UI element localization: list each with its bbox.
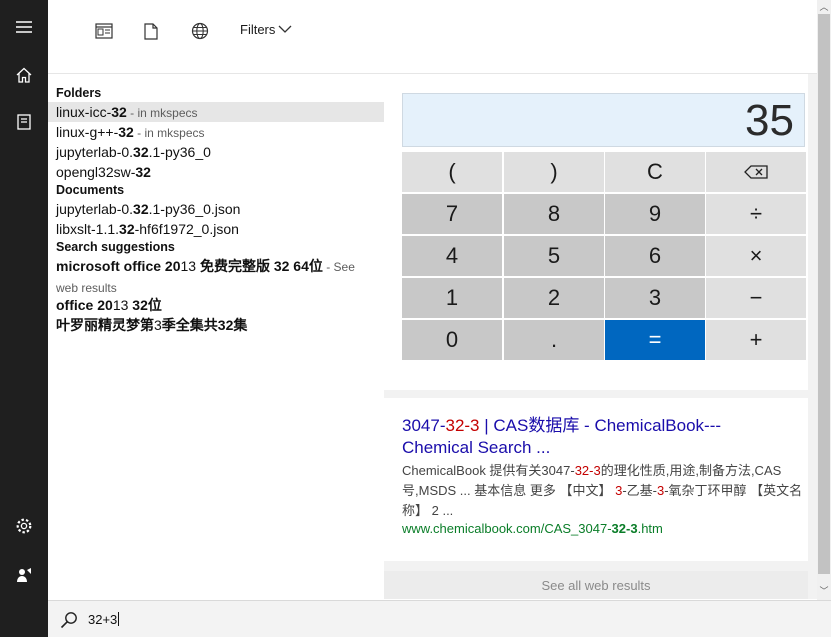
- item-match: 32: [111, 104, 127, 120]
- documents-header: Documents: [56, 183, 125, 197]
- key-subtract[interactable]: −: [706, 278, 806, 318]
- key-multiply[interactable]: ×: [706, 236, 806, 276]
- key-0[interactable]: 0: [402, 320, 502, 360]
- results-list: Folders linux-icc-32 - in mkspecs linux-…: [48, 74, 384, 599]
- web-result-url[interactable]: www.chemicalbook.com/CAS_3047-32-3.htm: [402, 521, 663, 536]
- snippet-text: -乙基-: [622, 483, 657, 498]
- search-query: 32+3: [88, 612, 118, 627]
- key-5[interactable]: 5: [504, 236, 604, 276]
- suggestion-match: 3: [154, 317, 162, 333]
- url-text: www.chemicalbook.com/CAS_3047-: [402, 521, 612, 536]
- key-1[interactable]: 1: [402, 278, 502, 318]
- key-add[interactable]: +: [706, 320, 806, 360]
- title-match: 32-3: [445, 416, 480, 435]
- key-divide[interactable]: ÷: [706, 194, 806, 234]
- item-name: opengl32sw-: [56, 164, 136, 180]
- key-clear[interactable]: C: [605, 152, 705, 192]
- list-item[interactable]: linux-g++-32 - in mkspecs: [48, 122, 384, 142]
- item-name: libxslt-1.1.: [56, 221, 120, 237]
- item-location: - in mkspecs: [126, 106, 198, 120]
- list-item[interactable]: jupyterlab-0.32.1-py36_0: [48, 142, 384, 162]
- apps-icon[interactable]: [93, 20, 115, 42]
- item-name: linux-g++-: [56, 124, 119, 140]
- search-filter-toolbar: Filters: [48, 0, 817, 74]
- documents-icon[interactable]: [0, 102, 48, 142]
- suggestion-text: office 20: [56, 297, 113, 313]
- url-text: .htm: [637, 521, 663, 536]
- settings-icon[interactable]: [0, 506, 48, 546]
- chevron-down-icon: [278, 25, 292, 33]
- calculator-card: 35 ( ) C 7 8 9 ÷ 4 5 6 × 1 2 3 − 0 . = +: [384, 74, 808, 390]
- list-item[interactable]: linux-icc-32 - in mkspecs: [48, 102, 384, 122]
- see-all-web-results-link[interactable]: See all web results: [384, 571, 808, 599]
- item-name: jupyterlab-0.: [56, 201, 134, 217]
- web-result-card: 3047-32-3 | CAS数据库 - ChemicalBook---Chem…: [384, 398, 808, 561]
- list-item[interactable]: libxslt-1.1.32-hf6f1972_0.json: [48, 219, 384, 239]
- suggestion-item[interactable]: 叶罗丽精灵梦第3季全集共32集: [56, 315, 376, 335]
- item-location: - in mkspecs: [133, 126, 205, 140]
- document-icon[interactable]: [140, 20, 162, 42]
- calculator-result: 35: [745, 96, 794, 145]
- item-match: 32: [133, 144, 149, 160]
- suggestion-match: 13: [112, 297, 129, 313]
- key-decimal[interactable]: .: [504, 320, 604, 360]
- suggestion-text: 32位: [128, 297, 162, 313]
- url-match: 32-3: [611, 521, 638, 536]
- suggestion-text: microsoft office 20: [56, 258, 181, 274]
- search-input[interactable]: 32+3: [88, 612, 120, 627]
- search-box[interactable]: 32+3: [48, 600, 831, 637]
- key-open-paren[interactable]: (: [402, 152, 502, 192]
- item-match: 32: [118, 124, 134, 140]
- suggestion-item[interactable]: microsoft office 2013 免费完整版 32 64位 - See…: [56, 256, 376, 298]
- preview-pane: 35 ( ) C 7 8 9 ÷ 4 5 6 × 1 2 3 − 0 . = +…: [384, 74, 817, 599]
- key-2[interactable]: 2: [504, 278, 604, 318]
- calculator-display: 35: [402, 93, 805, 147]
- item-name-suffix: .1-py36_0: [148, 144, 211, 160]
- item-name-suffix: .1-py36_0.json: [148, 201, 241, 217]
- user-feedback-icon[interactable]: [0, 555, 48, 595]
- snippet-match: 32-3: [574, 463, 601, 478]
- backspace-key[interactable]: [706, 152, 806, 192]
- web-result-snippet: ChemicalBook 提供有关3047-32-3的理化性质,用途,制备方法,…: [402, 461, 806, 521]
- web-icon[interactable]: [189, 20, 211, 42]
- hamburger-menu-icon[interactable]: [0, 7, 48, 47]
- scrollbar-thumb[interactable]: [818, 14, 830, 574]
- suggestion-item[interactable]: office 2013 32位: [56, 295, 376, 315]
- key-9[interactable]: 9: [605, 194, 705, 234]
- key-6[interactable]: 6: [605, 236, 705, 276]
- filters-label: Filters: [240, 22, 276, 37]
- title-text: 3047-: [402, 416, 446, 435]
- item-name: jupyterlab-0.: [56, 144, 134, 160]
- item-match: 32: [119, 221, 135, 237]
- search-icon: [60, 612, 77, 629]
- key-4[interactable]: 4: [402, 236, 502, 276]
- list-item[interactable]: opengl32sw-32: [48, 162, 384, 182]
- key-7[interactable]: 7: [402, 194, 502, 234]
- key-close-paren[interactable]: ): [504, 152, 604, 192]
- vertical-scrollbar[interactable]: ︿ ﹀: [817, 0, 831, 600]
- suggestion-match: 13: [180, 258, 197, 274]
- item-match: 32: [135, 164, 151, 180]
- scroll-up-icon[interactable]: ︿: [819, 2, 829, 12]
- key-8[interactable]: 8: [504, 194, 604, 234]
- folders-header: Folders: [56, 86, 102, 100]
- suggestion-text: 免费完整版 32 64位: [196, 258, 323, 274]
- list-item[interactable]: jupyterlab-0.32.1-py36_0.json: [48, 199, 384, 219]
- scroll-down-icon[interactable]: ﹀: [819, 586, 829, 596]
- suggestion-text: 叶罗丽精灵梦第: [56, 317, 154, 333]
- item-name: linux-icc-: [56, 104, 112, 120]
- suggestions-header: Search suggestions: [56, 240, 175, 254]
- home-icon[interactable]: [0, 55, 48, 95]
- left-rail: [0, 0, 48, 637]
- key-3[interactable]: 3: [605, 278, 705, 318]
- backspace-icon: [744, 165, 768, 179]
- suggestion-text: 季全集共32集: [161, 317, 248, 333]
- snippet-text: ChemicalBook 提供有关3047-: [402, 463, 575, 478]
- key-equals[interactable]: =: [605, 320, 705, 360]
- item-match: 32: [133, 201, 149, 217]
- text-caret: [118, 612, 120, 626]
- filters-dropdown[interactable]: Filters: [240, 22, 292, 37]
- web-result-title[interactable]: 3047-32-3 | CAS数据库 - ChemicalBook---Chem…: [402, 415, 762, 459]
- item-name-suffix: -hf6f1972_0.json: [134, 221, 239, 237]
